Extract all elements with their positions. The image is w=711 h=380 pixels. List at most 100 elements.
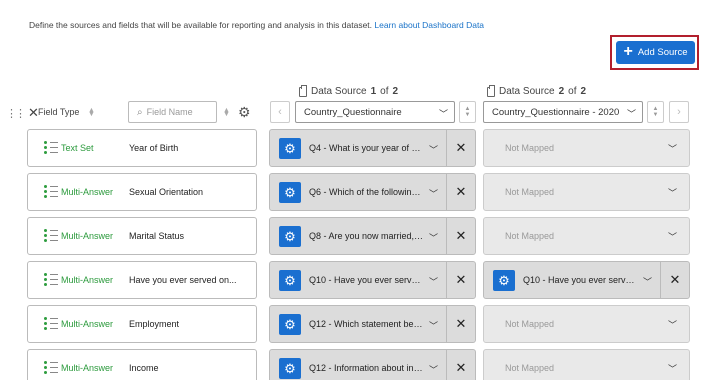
chevron-down-icon[interactable]: ﹀ (429, 319, 438, 332)
source-2-mapping[interactable]: ⚙ Q10 - Have you ever served ... ﹀ ✕ (483, 261, 690, 299)
drag-handle-icon[interactable]: ⋮⋮ (6, 107, 26, 120)
field-name-placeholder: Field Name (146, 107, 193, 117)
chevron-down-icon[interactable]: ﹀ (429, 363, 438, 376)
gear-icon[interactable]: ⚙ (279, 358, 301, 379)
unmap-close-icon[interactable]: ✕ (660, 262, 689, 298)
chevron-down-icon[interactable]: ﹀ (668, 318, 677, 331)
chevron-down-icon[interactable]: ﹀ (429, 187, 438, 200)
not-mapped-label: Not Mapped (505, 319, 555, 329)
chevron-down-icon[interactable]: ﹀ (429, 275, 438, 288)
chevron-down-icon[interactable]: ﹀ (429, 143, 438, 156)
field-row: Multi-Answer Income ⚙ Q12 - Information … (0, 349, 711, 380)
field-name[interactable]: Have you ever served on... (129, 275, 237, 285)
gear-icon[interactable]: ⚙ (279, 138, 301, 159)
source-2-mapping[interactable]: Not Mapped ﹀ (483, 349, 690, 380)
field-type-header[interactable]: Field Type (38, 107, 79, 117)
chevron-down-icon: ﹀ (626, 109, 636, 119)
learn-more-link[interactable]: Learn about Dashboard Data (374, 20, 484, 30)
field-type-label[interactable]: Multi-Answer (61, 363, 115, 373)
data-source-1-header: Data Source 1 of 2 (299, 84, 398, 97)
unmap-close-icon[interactable]: ✕ (446, 174, 475, 210)
unmap-close-icon[interactable]: ✕ (446, 130, 475, 166)
source-1-mapping[interactable]: ⚙ Q6 - Which of the following b... ﹀ ✕ (269, 173, 476, 211)
source-2-mapping[interactable]: Not Mapped ﹀ (483, 173, 690, 211)
source-1-mapping[interactable]: ⚙ Q4 - What is your year of birth? ﹀ ✕ (269, 129, 476, 167)
mapped-question: Q12 - Information about inco... (309, 363, 425, 373)
field-type-icon (44, 273, 58, 287)
field-type-icon (44, 317, 58, 331)
not-mapped-label: Not Mapped (505, 187, 555, 197)
field-name[interactable]: Marital Status (129, 231, 184, 241)
field-name[interactable]: Year of Birth (129, 143, 178, 153)
mapped-question: Q6 - Which of the following b... (309, 187, 425, 197)
field-card[interactable]: Multi-Answer Sexual Orientation (27, 173, 257, 211)
not-mapped-label: Not Mapped (505, 231, 555, 241)
gear-icon[interactable]: ⚙ (279, 182, 301, 203)
field-name[interactable]: Income (129, 363, 159, 373)
next-source-button[interactable]: › (669, 101, 689, 123)
reorder-source-1-button[interactable]: ▲ ▼ (459, 101, 476, 123)
field-card[interactable]: Multi-Answer Marital Status (27, 217, 257, 255)
chevron-down-icon[interactable]: ﹀ (668, 186, 677, 199)
reorder-source-2-button[interactable]: ▲ ▼ (647, 101, 664, 123)
chevron-down-icon[interactable]: ﹀ (429, 231, 438, 244)
data-source-2-header: Data Source 2 of 2 (487, 84, 586, 97)
mapped-question: Q10 - Have you ever served ... (523, 275, 639, 285)
field-type-label[interactable]: Multi-Answer (61, 275, 115, 285)
not-mapped-label: Not Mapped (505, 363, 555, 373)
mapped-question: Q4 - What is your year of birth? (309, 143, 425, 153)
data-source-1-select[interactable]: Country_Questionnaire ﹀ (295, 101, 455, 123)
mapped-question: Q10 - Have you ever served ... (309, 275, 425, 285)
chevron-down-icon[interactable]: ﹀ (668, 142, 677, 155)
chevron-down-icon: ﹀ (438, 109, 448, 119)
add-source-label: Add Source (637, 47, 688, 58)
field-name[interactable]: Employment (129, 319, 179, 329)
add-source-button[interactable]: + Add Source (616, 41, 695, 64)
chevron-down-icon[interactable]: ﹀ (668, 230, 677, 243)
field-card[interactable]: Multi-Answer Income (27, 349, 257, 380)
source-2-mapping[interactable]: Not Mapped ﹀ (483, 129, 690, 167)
search-icon: ⌕ (137, 106, 143, 118)
data-source-2-select[interactable]: Country_Questionnaire - 2020 ﹀ (483, 101, 643, 123)
toolbar-left: ⋮⋮ ✕ (6, 105, 39, 121)
field-type-label[interactable]: Multi-Answer (61, 231, 115, 241)
intro-description: Define the sources and fields that will … (29, 20, 373, 30)
field-type-icon (44, 141, 58, 155)
field-row: Multi-Answer Have you ever served on... … (0, 261, 711, 299)
source-1-mapping[interactable]: ⚙ Q12 - Which statement best ... ﹀ ✕ (269, 305, 476, 343)
unmap-close-icon[interactable]: ✕ (446, 350, 475, 380)
plus-icon: + (623, 43, 633, 60)
unmap-close-icon[interactable]: ✕ (446, 262, 475, 298)
field-type-icon (44, 185, 58, 199)
gear-icon[interactable]: ⚙ (279, 270, 301, 291)
prev-source-button[interactable]: ‹ (270, 101, 290, 123)
field-name-search[interactable]: ⌕ Field Name (128, 101, 217, 123)
sort-icon[interactable]: ▲ ▼ (88, 107, 95, 118)
field-type-label[interactable]: Text Set (61, 143, 115, 153)
not-mapped-label: Not Mapped (505, 143, 555, 153)
source-1-mapping[interactable]: ⚙ Q8 - Are you now married, wi... ﹀ ✕ (269, 217, 476, 255)
source-2-mapping[interactable]: Not Mapped ﹀ (483, 305, 690, 343)
unmap-close-icon[interactable]: ✕ (446, 306, 475, 342)
field-row: Multi-Answer Sexual Orientation ⚙ Q6 - W… (0, 173, 711, 211)
field-type-label[interactable]: Multi-Answer (61, 187, 115, 197)
source-1-mapping[interactable]: ⚙ Q12 - Information about inco... ﹀ ✕ (269, 349, 476, 380)
chevron-down-icon[interactable]: ﹀ (668, 362, 677, 375)
field-name[interactable]: Sexual Orientation (129, 187, 203, 197)
field-type-icon (44, 229, 58, 243)
field-card[interactable]: Multi-Answer Have you ever served on... (27, 261, 257, 299)
field-row: Multi-Answer Employment ⚙ Q12 - Which st… (0, 305, 711, 343)
source-1-mapping[interactable]: ⚙ Q10 - Have you ever served ... ﹀ ✕ (269, 261, 476, 299)
gear-icon[interactable]: ⚙ (493, 270, 515, 291)
chevron-down-icon[interactable]: ﹀ (643, 275, 652, 288)
mapped-question: Q12 - Which statement best ... (309, 319, 425, 329)
source-2-mapping[interactable]: Not Mapped ﹀ (483, 217, 690, 255)
gear-icon[interactable]: ⚙ (279, 226, 301, 247)
field-type-label[interactable]: Multi-Answer (61, 319, 115, 329)
unmap-close-icon[interactable]: ✕ (446, 218, 475, 254)
field-card[interactable]: Text Set Year of Birth (27, 129, 257, 167)
gear-icon[interactable]: ⚙ (279, 314, 301, 335)
settings-gear-icon[interactable]: ⚙ (238, 104, 251, 121)
field-card[interactable]: Multi-Answer Employment (27, 305, 257, 343)
sort-icon[interactable]: ▲ ▼ (223, 107, 230, 118)
